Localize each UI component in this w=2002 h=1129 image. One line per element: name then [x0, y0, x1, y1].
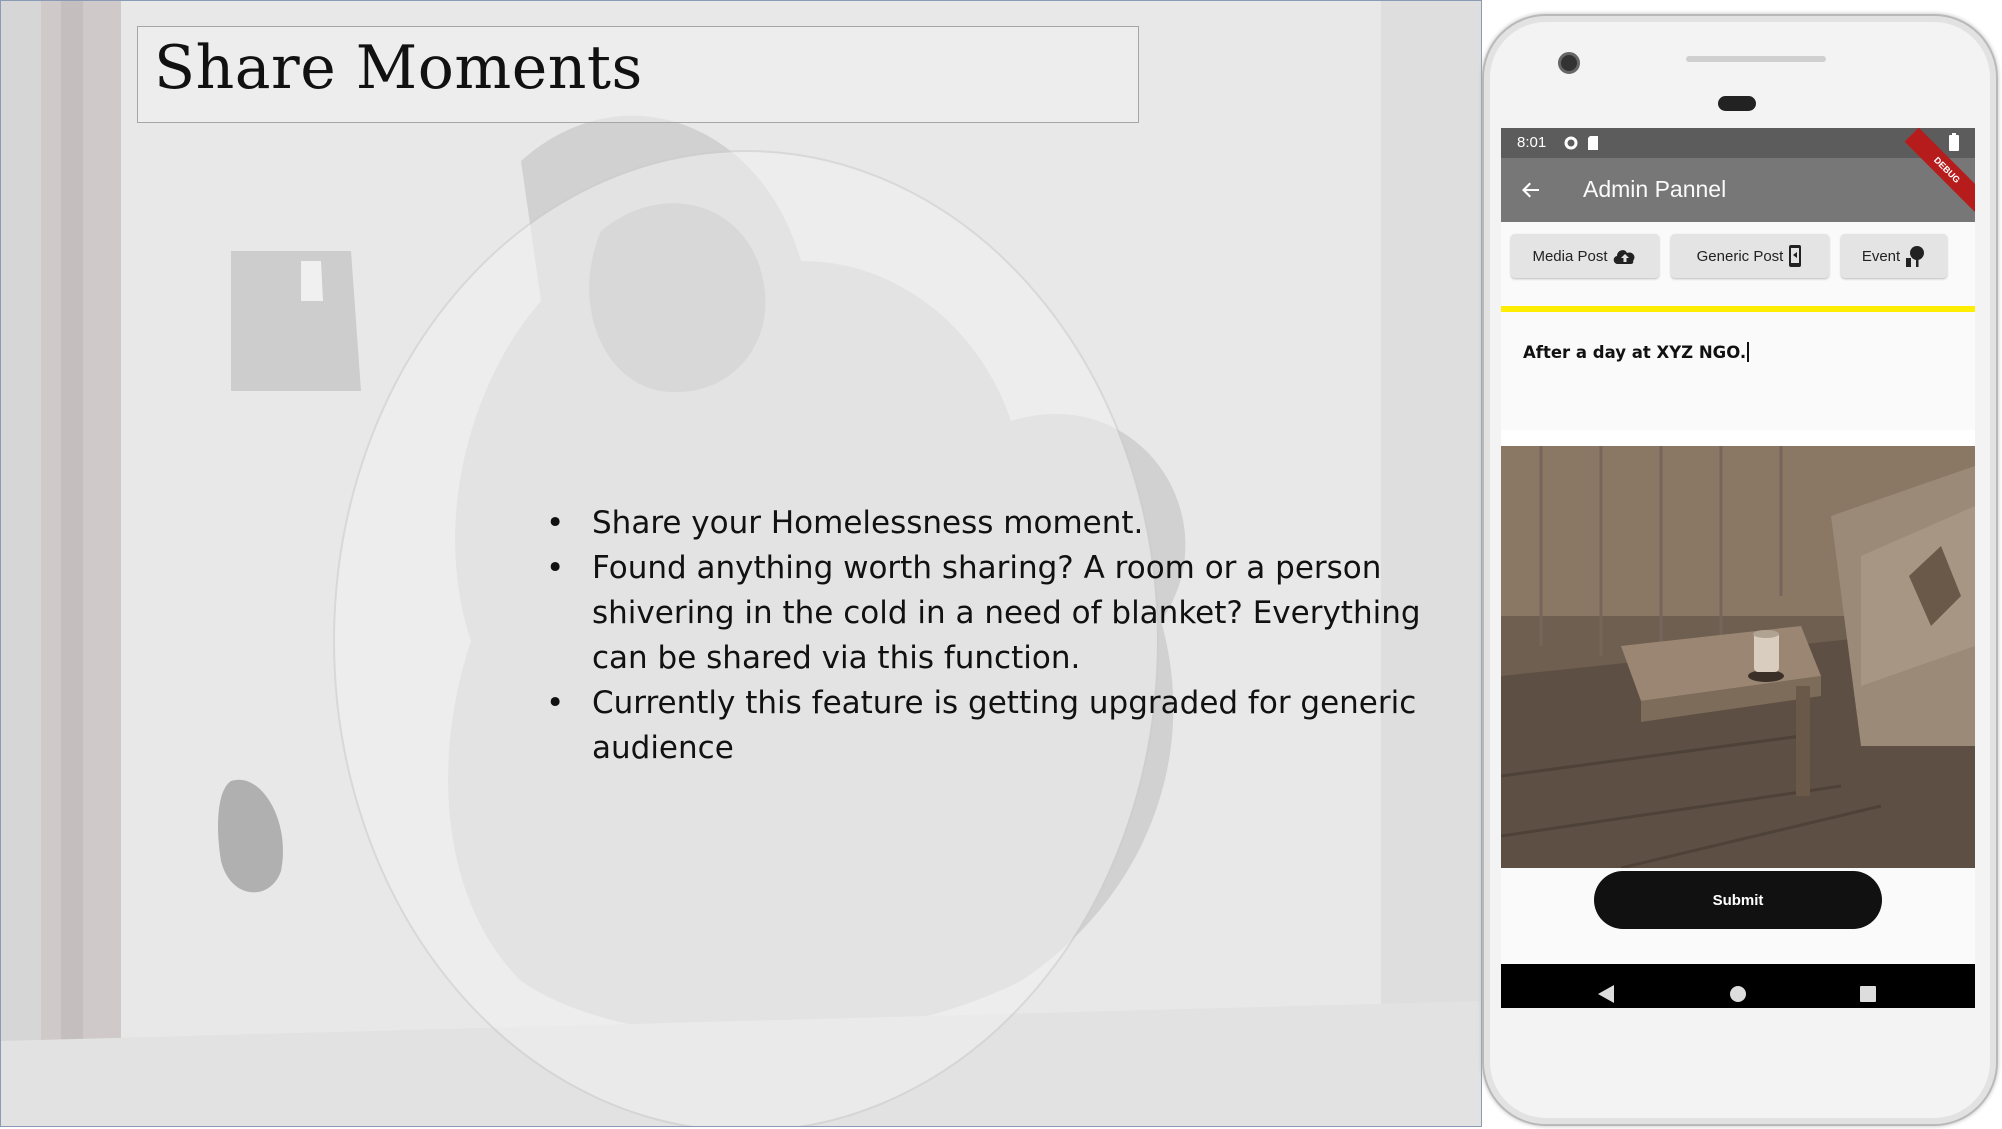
phone-screen: 8:01 Admin Pannel DEBUG Media Post Gener… [1501, 128, 1975, 1008]
uploaded-room-photo [1501, 446, 1975, 868]
status-time: 8:01 [1517, 134, 1547, 151]
bullet-text: Found anything worth sharing? A room or … [592, 550, 1421, 676]
app-bar-title: Admin Pannel [1583, 176, 1727, 202]
battery-icon [1949, 133, 1959, 151]
text-cursor [1747, 342, 1750, 362]
bullet-item: • Found anything worth sharing? A room or… [546, 546, 1476, 681]
sd-card-icon [1588, 136, 1598, 150]
back-triangle-icon[interactable] [1597, 984, 1615, 1004]
bullet-item: • Currently this feature is getting upgra… [546, 681, 1476, 771]
recents-square-icon[interactable] [1859, 985, 1877, 1003]
cloud-upload-icon [1613, 250, 1634, 264]
bullet-dot-icon: • [546, 505, 565, 541]
submit-area: Submit [1501, 868, 1975, 964]
bullet-list: • Share your Homelessness moment. • Found … [546, 501, 1476, 771]
caption-value: After a day at XYZ NGO. [1523, 343, 1747, 362]
bullet-item: • Share your Homelessness moment. [546, 501, 1476, 546]
tab-media-post[interactable]: Media Post [1511, 234, 1659, 278]
bullet-dot-icon: • [546, 550, 565, 586]
tab-generic-post[interactable]: Generic Post [1671, 234, 1829, 278]
camera-icon [1558, 52, 1580, 74]
bullet-dot-icon: • [546, 685, 565, 721]
slide-title-box: Share Moments [137, 26, 1139, 123]
phone-icon [1789, 245, 1802, 267]
arrow-back-icon[interactable] [1513, 172, 1549, 208]
android-nav-bar [1501, 964, 1975, 1008]
tab-label: Event [1861, 247, 1901, 265]
tab-event[interactable]: Event [1841, 234, 1947, 278]
slide-title: Share Moments [154, 33, 643, 103]
home-circle-icon[interactable] [1728, 984, 1748, 1004]
submit-button[interactable]: Submit [1594, 871, 1882, 929]
speaker-grille [1686, 56, 1826, 62]
phone-mockup: 8:01 Admin Pannel DEBUG Media Post Gener… [1482, 14, 1998, 1126]
bullet-text: Currently this feature is getting upgrad… [592, 685, 1417, 766]
tree-icon [1906, 246, 1925, 267]
gear-icon [1564, 136, 1578, 150]
tab-label: Generic Post [1696, 247, 1784, 265]
tab-label: Media Post [1532, 247, 1608, 265]
bullet-text: Share your Homelessness moment. [592, 505, 1144, 541]
app-bar: Admin Pannel DEBUG [1501, 128, 1975, 222]
status-bar: 8:01 [1501, 128, 1975, 158]
earpiece [1718, 96, 1756, 111]
presentation-slide: Share Moments • Share your Homelessness m… [0, 0, 1482, 1127]
caption-input[interactable]: After a day at XYZ NGO. [1501, 312, 1975, 430]
post-type-tabs: Media Post Generic Post Event [1501, 222, 1975, 306]
